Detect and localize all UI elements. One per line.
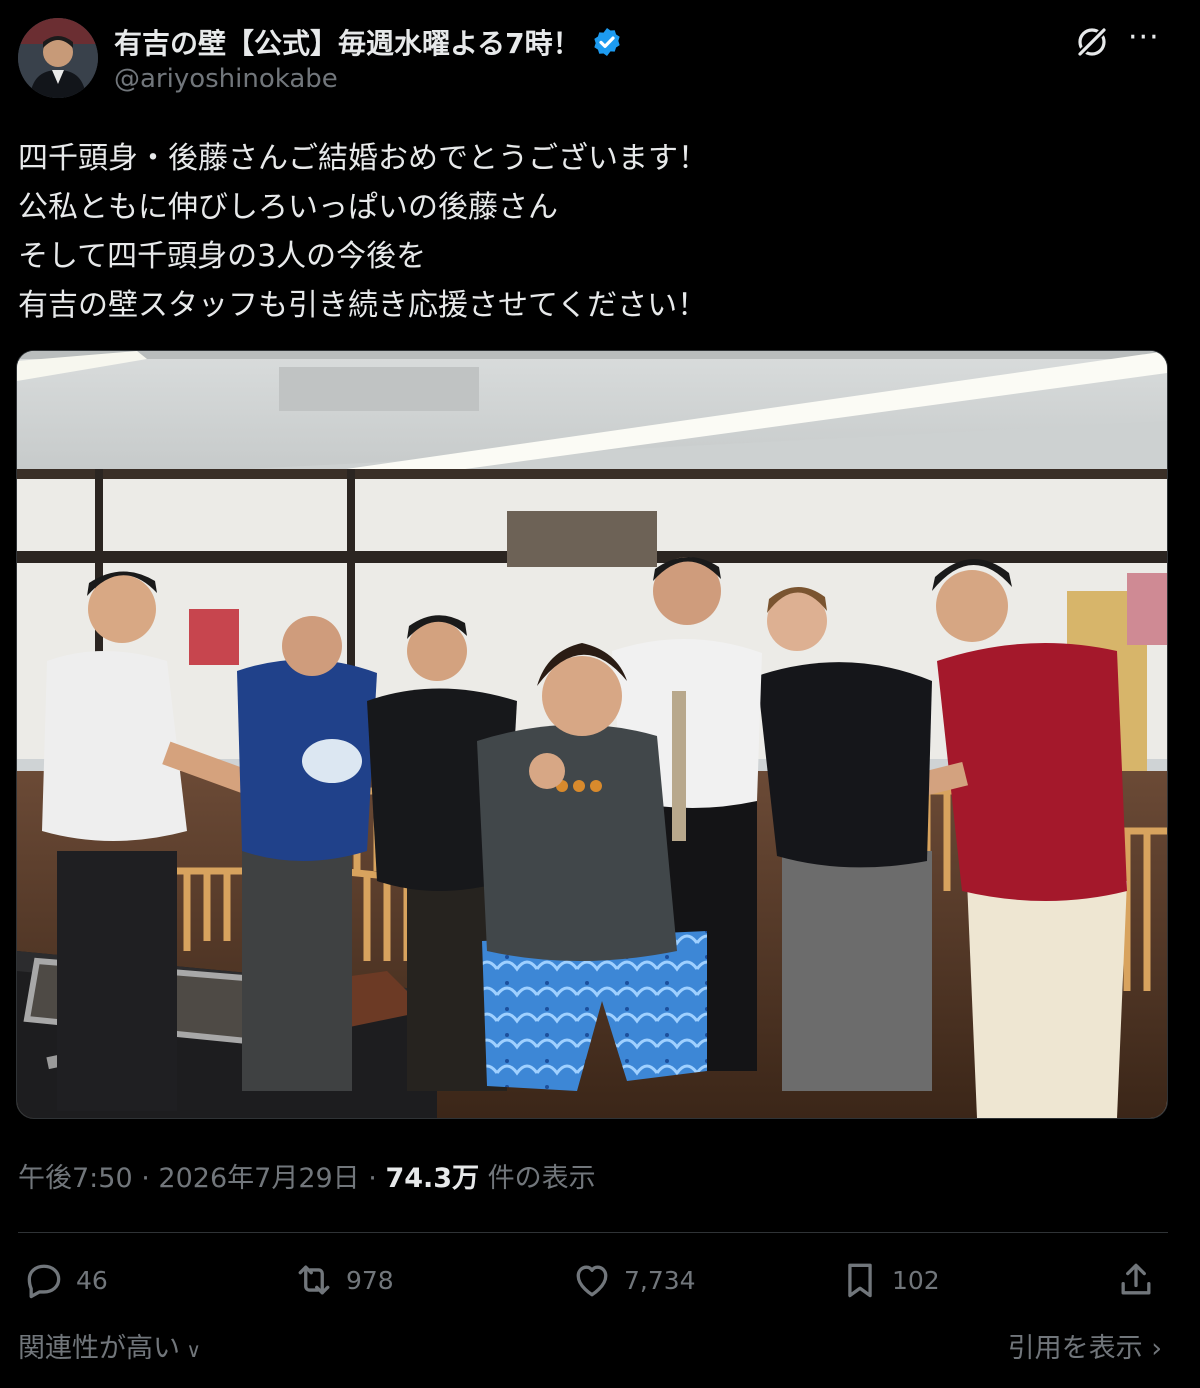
tweet-date[interactable]: 2026年7月29日 <box>158 1163 359 1194</box>
repost-icon <box>298 1265 330 1295</box>
bookmark-count: 102 <box>892 1265 940 1295</box>
share-button[interactable] <box>1114 1258 1158 1302</box>
display-name-text[interactable]: 有吉の壁【公式】毎週水曜よる7時！ <box>114 22 581 62</box>
like-count: 7,734 <box>624 1265 696 1295</box>
more-icon[interactable]: ··· <box>1128 20 1160 55</box>
tweet-text: 四千頭身・後藤さんご結婚おめでとうございます！ 公私ともに伸びしろいっぱいの後藤… <box>18 134 1178 330</box>
meta-separator: · <box>368 1163 377 1194</box>
verified-badge-icon <box>593 28 620 56</box>
share-icon <box>1121 1263 1151 1295</box>
tweet-line: 有吉の壁スタッフも引き続き応援させてください！ <box>18 288 708 323</box>
like-button[interactable]: 7,734 <box>570 1258 696 1302</box>
tweet-line: 四千頭身・後藤さんご結婚おめでとうございます！ <box>18 141 708 176</box>
tweet-time[interactable]: 午後7:50 <box>18 1163 133 1194</box>
bookmark-button[interactable]: 102 <box>838 1258 940 1302</box>
quotes-label: 引用を表示 <box>1007 1333 1143 1364</box>
sort-replies-dropdown[interactable]: 関連性が高い ∨ <box>18 1326 201 1365</box>
repost-count: 978 <box>346 1265 394 1295</box>
reply-icon <box>27 1264 61 1299</box>
display-name[interactable]: 有吉の壁【公式】毎週水曜よる7時！ <box>114 22 623 62</box>
views-count: 74.3万 <box>385 1163 480 1194</box>
bookmark-icon <box>848 1263 872 1298</box>
group-photo-image <box>17 351 1167 1118</box>
sort-label: 関連性が高い <box>18 1333 180 1364</box>
meta-separator: · <box>141 1163 150 1194</box>
tweet-line: 公私ともに伸びしろいっぱいの後藤さん <box>18 190 558 225</box>
views-label: 件の表示 <box>487 1163 596 1194</box>
tweet-meta: 午後7:50 · 2026年7月29日 · 74.3万 件の表示 <box>18 1156 596 1195</box>
divider <box>18 1232 1168 1233</box>
tweet-photo[interactable] <box>16 350 1168 1119</box>
heart-icon <box>576 1265 608 1297</box>
chevron-down-icon: ∨ <box>180 1338 201 1362</box>
reply-count: 46 <box>76 1265 108 1295</box>
chevron-right-icon: › <box>1142 1333 1162 1364</box>
reply-button[interactable]: 46 <box>22 1258 108 1302</box>
grok-icon[interactable] <box>1072 22 1112 62</box>
repost-button[interactable]: 978 <box>292 1258 394 1302</box>
avatar[interactable] <box>18 18 98 98</box>
view-quotes-link[interactable]: 引用を表示 › <box>1008 1326 1162 1365</box>
tweet-line: そして四千頭身の3人の今後を <box>18 239 427 274</box>
handle[interactable]: @ariyoshinokabe <box>114 64 338 94</box>
